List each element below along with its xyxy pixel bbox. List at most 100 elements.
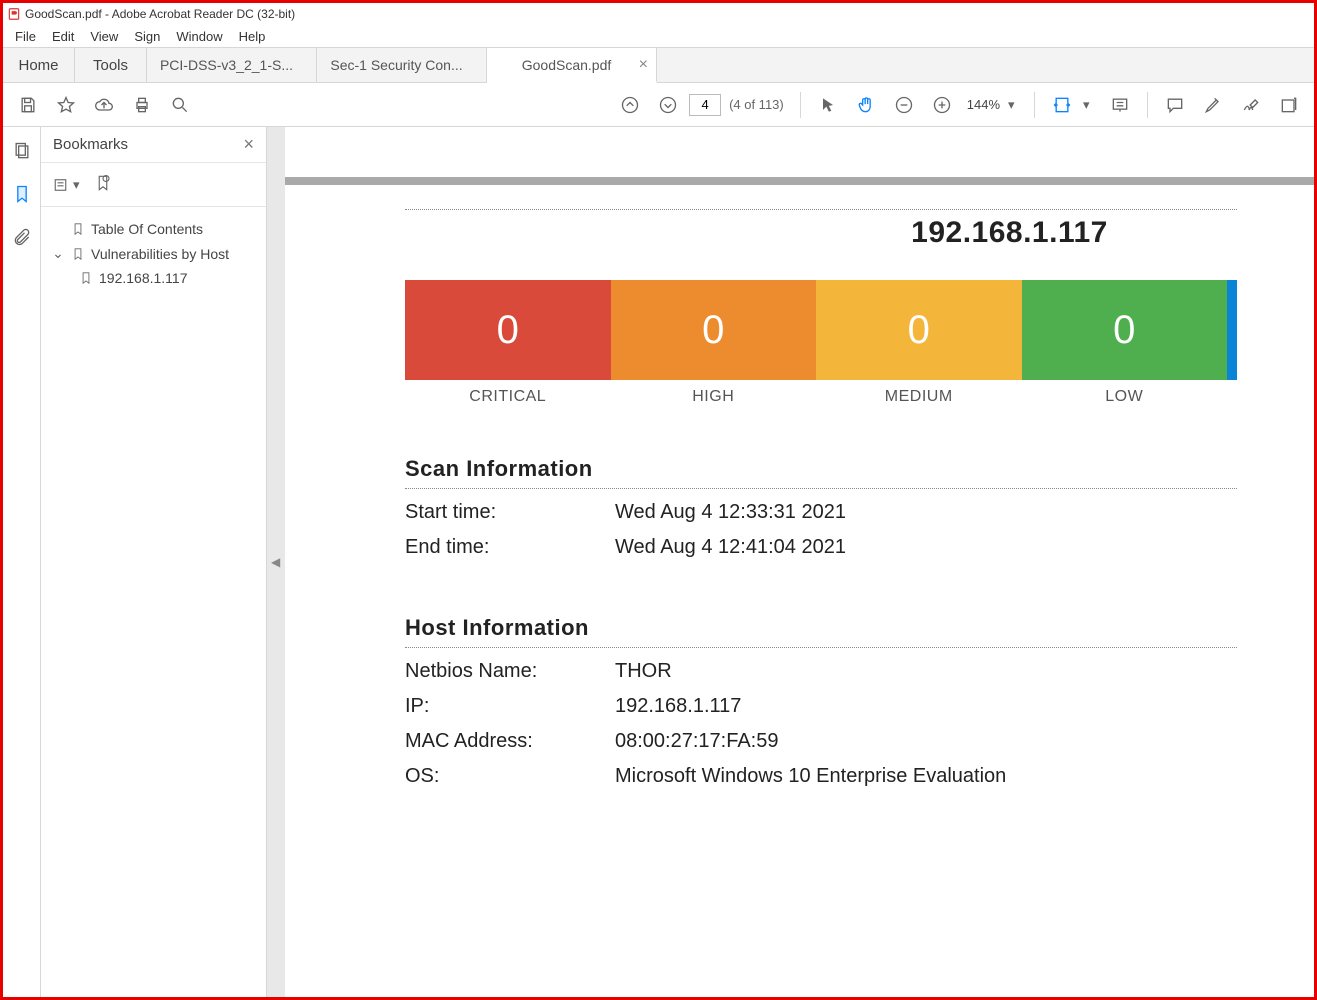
more-tools-icon[interactable] — [1272, 88, 1306, 122]
collapse-icon[interactable]: ⌄ — [51, 245, 65, 262]
bookmark-host-1[interactable]: 192.168.1.117 — [49, 266, 258, 290]
dotted-line — [405, 209, 1237, 210]
severity-labels: CRITICAL HIGH MEDIUM LOW — [405, 388, 1237, 406]
doc-tab-2-label: GoodScan.pdf — [522, 57, 612, 73]
page-down-icon[interactable] — [651, 88, 685, 122]
severity-label-high: HIGH — [611, 388, 817, 406]
hand-tool-icon[interactable] — [849, 88, 883, 122]
fit-dropdown-icon[interactable]: ▾ — [1083, 97, 1099, 113]
bookmarks-panel-title: Bookmarks — [53, 136, 128, 153]
bookmark-toc[interactable]: Table Of Contents — [49, 217, 258, 241]
kv-key: Netbios Name: — [405, 660, 615, 683]
kv-key: MAC Address: — [405, 730, 615, 753]
zoom-dropdown-icon[interactable]: ▾ — [1008, 97, 1024, 113]
doc-tab-1-label: Sec-1 Security Con... — [330, 57, 462, 73]
menu-view[interactable]: View — [82, 29, 126, 44]
severity-label-low: LOW — [1022, 388, 1228, 406]
window-titlebar: GoodScan.pdf - Adobe Acrobat Reader DC (… — [3, 3, 1314, 25]
tab-home[interactable]: Home — [3, 48, 75, 82]
doc-tab-1[interactable]: Sec-1 Security Con... — [317, 48, 487, 82]
host-info-section: Host Information Netbios Name:THOR IP:19… — [405, 615, 1237, 794]
host-info-title: Host Information — [405, 615, 1237, 641]
kv-key: End time: — [405, 536, 615, 559]
page-count-label: (4 of 113) — [729, 97, 784, 112]
window-title: GoodScan.pdf - Adobe Acrobat Reader DC (… — [25, 7, 295, 21]
kv-row: Start time:Wed Aug 4 12:33:31 2021 — [405, 495, 1237, 530]
kv-val: Wed Aug 4 12:41:04 2021 — [615, 536, 846, 559]
attachments-panel-icon[interactable] — [12, 227, 32, 250]
kv-key: OS: — [405, 765, 615, 788]
toolbar-separator — [1034, 92, 1035, 118]
search-icon[interactable] — [163, 88, 197, 122]
tab-tools[interactable]: Tools — [75, 48, 147, 82]
document-view[interactable]: 192.168.1.117 0 0 0 0 CRITICAL HIGH MEDI… — [285, 127, 1314, 997]
star-icon[interactable] — [49, 88, 83, 122]
doc-tab-2[interactable]: GoodScan.pdf × — [487, 48, 657, 83]
close-panel-icon[interactable]: × — [243, 134, 254, 155]
severity-label-info — [1227, 388, 1237, 406]
menu-help[interactable]: Help — [231, 29, 274, 44]
menu-edit[interactable]: Edit — [44, 29, 82, 44]
sign-icon[interactable] — [1234, 88, 1268, 122]
severity-info — [1227, 280, 1237, 380]
save-icon[interactable] — [11, 88, 45, 122]
scan-info-title: Scan Information — [405, 456, 1237, 482]
close-tab-icon[interactable]: × — [639, 56, 648, 74]
page-up-icon[interactable] — [613, 88, 647, 122]
menu-window[interactable]: Window — [168, 29, 230, 44]
toolbar-separator — [1147, 92, 1148, 118]
comment-icon[interactable] — [1158, 88, 1192, 122]
selection-arrow-icon[interactable] — [811, 88, 845, 122]
bookmarks-options-icon[interactable]: ▾ — [53, 176, 80, 194]
collapse-triangle-icon[interactable]: ◀ — [271, 555, 280, 569]
toolbar: (4 of 113) 144% ▾ ▾ — [3, 83, 1314, 127]
severity-label-critical: CRITICAL — [405, 388, 611, 406]
bookmark-label: Vulnerabilities by Host — [91, 246, 229, 262]
menu-file[interactable]: File — [7, 29, 44, 44]
kv-key: IP: — [405, 695, 615, 718]
zoom-out-icon[interactable] — [887, 88, 921, 122]
thumbnails-panel-icon[interactable] — [12, 141, 32, 164]
bookmarks-panel-icon[interactable] — [12, 184, 32, 207]
main-area: Bookmarks × ▾ Table Of Contents ⌄ Vulner… — [3, 127, 1314, 997]
tabs-bar: Home Tools PCI-DSS-v3_2_1-S... Sec-1 Sec… — [3, 47, 1314, 83]
bookmark-label: Table Of Contents — [91, 221, 203, 237]
cloud-upload-icon[interactable] — [87, 88, 121, 122]
print-icon[interactable] — [125, 88, 159, 122]
doc-tab-0-label: PCI-DSS-v3_2_1-S... — [160, 57, 293, 73]
kv-val: 08:00:27:17:FA:59 — [615, 730, 778, 753]
bookmarks-toolbar: ▾ — [41, 163, 266, 207]
highlight-icon[interactable] — [1196, 88, 1230, 122]
bookmark-label: 192.168.1.117 — [99, 270, 188, 286]
severity-label-medium: MEDIUM — [816, 388, 1022, 406]
dotted-line — [405, 647, 1237, 648]
fit-width-icon[interactable] — [1045, 88, 1079, 122]
bookmarks-panel: Bookmarks × ▾ Table Of Contents ⌄ Vulner… — [41, 127, 267, 997]
severity-medium: 0 — [816, 280, 1022, 380]
kv-val: Wed Aug 4 12:33:31 2021 — [615, 501, 846, 524]
kv-val: Microsoft Windows 10 Enterprise Evaluati… — [615, 765, 1006, 788]
dotted-line — [405, 488, 1237, 489]
kv-val: THOR — [615, 660, 672, 683]
menu-sign[interactable]: Sign — [126, 29, 168, 44]
zoom-level-label[interactable]: 144% — [963, 97, 1004, 112]
kv-key: Start time: — [405, 501, 615, 524]
toolbar-separator — [800, 92, 801, 118]
report-host-title: 192.168.1.117 — [705, 216, 1314, 250]
find-bookmark-icon[interactable] — [94, 174, 112, 195]
scan-info-section: Scan Information Start time:Wed Aug 4 12… — [405, 456, 1237, 565]
read-mode-icon[interactable] — [1103, 88, 1137, 122]
severity-low: 0 — [1022, 280, 1228, 380]
severity-critical: 0 — [405, 280, 611, 380]
bookmarks-tree: Table Of Contents ⌄ Vulnerabilities by H… — [41, 207, 266, 300]
menu-bar: File Edit View Sign Window Help — [3, 25, 1314, 47]
kv-row: IP:192.168.1.117 — [405, 689, 1237, 724]
doc-tab-0[interactable]: PCI-DSS-v3_2_1-S... — [147, 48, 317, 82]
page-divider — [285, 177, 1314, 185]
kv-row: End time:Wed Aug 4 12:41:04 2021 — [405, 530, 1237, 565]
page-number-input[interactable] — [689, 94, 721, 116]
kv-row: Netbios Name:THOR — [405, 654, 1237, 689]
zoom-in-icon[interactable] — [925, 88, 959, 122]
bookmark-vuln-by-host[interactable]: ⌄ Vulnerabilities by Host — [49, 241, 258, 266]
panel-collapse-gutter[interactable]: ◀ — [267, 127, 285, 997]
